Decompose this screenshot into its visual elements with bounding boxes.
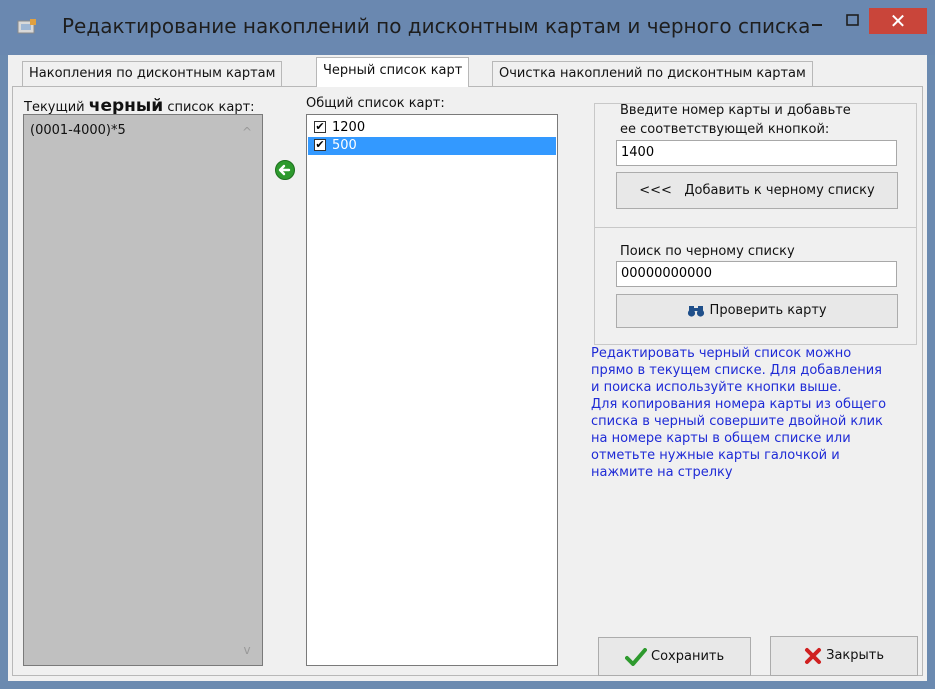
transfer-to-blacklist-button[interactable]: [275, 160, 295, 180]
arrow-left-icon: [278, 164, 291, 176]
scroll-down-icon[interactable]: v: [240, 643, 254, 657]
close-window-button[interactable]: ✕: [869, 8, 927, 34]
red-x-icon: [804, 647, 821, 664]
help-text: Редактировать черный список можно прямо …: [591, 346, 887, 480]
minimize-icon: [812, 24, 822, 26]
current-list-label-suffix: список карт:: [167, 100, 255, 115]
add-arrows-icon: <<<: [639, 183, 672, 198]
save-button[interactable]: Сохранить: [598, 637, 751, 676]
checkbox[interactable]: ✔: [314, 121, 326, 133]
current-blacklist[interactable]: (0001-4000)*5 ^ v: [23, 114, 263, 666]
add-to-blacklist-button[interactable]: <<< Добавить к черному списку: [616, 172, 898, 209]
scroll-up-icon[interactable]: ^: [240, 125, 254, 139]
card-number-input[interactable]: 1400: [616, 140, 897, 166]
list-item-selected[interactable]: ✔ 500: [308, 137, 556, 155]
list-item[interactable]: (0001-4000)*5: [30, 123, 126, 138]
search-input[interactable]: 00000000000: [616, 261, 897, 287]
current-list-label-prefix: Текущий: [24, 100, 85, 115]
maximize-button[interactable]: [835, 8, 869, 34]
tab-accumulations[interactable]: Накопления по дисконтным картам: [22, 61, 283, 86]
binoculars-icon: [688, 305, 705, 317]
current-list-label: Текущий черный список карт:: [24, 96, 255, 116]
check-button-label: Проверить карту: [709, 303, 827, 318]
main-window: Редактирование накоплений по дисконтным …: [0, 0, 935, 689]
minimize-button[interactable]: [799, 8, 835, 34]
title-bar[interactable]: Редактирование накоплений по дисконтным …: [0, 0, 935, 55]
list-item[interactable]: ✔ 1200: [308, 119, 556, 137]
list-item-label: 500: [332, 138, 357, 153]
current-list-label-bold: черный: [88, 96, 164, 116]
close-icon: ✕: [889, 9, 907, 33]
window-title: Редактирование накоплений по дисконтным …: [62, 14, 811, 38]
general-card-list[interactable]: ✔ 1200 ✔ 500: [306, 114, 558, 666]
general-list-label: Общий список карт:: [306, 96, 445, 111]
search-label: Поиск по черному списку: [620, 244, 795, 259]
add-button-label: Добавить к черному списку: [684, 183, 875, 198]
app-icon: [17, 19, 36, 34]
group-divider: [595, 227, 916, 228]
tab-blacklist[interactable]: Черный список карт: [316, 57, 470, 87]
list-item-label: 1200: [332, 120, 366, 135]
close-label: Закрыть: [826, 648, 885, 663]
checkmark-icon: [624, 647, 647, 666]
maximize-icon: [846, 14, 859, 26]
add-instruction: Введите номер карты и добавьте ее соотве…: [620, 103, 851, 137]
close-button[interactable]: Закрыть: [770, 636, 918, 676]
checkbox[interactable]: ✔: [314, 139, 326, 151]
save-label: Сохранить: [651, 649, 725, 664]
check-card-button[interactable]: Проверить карту: [616, 294, 898, 328]
tab-clear-accumulations[interactable]: Очистка накоплений по дисконтным картам: [492, 61, 813, 86]
